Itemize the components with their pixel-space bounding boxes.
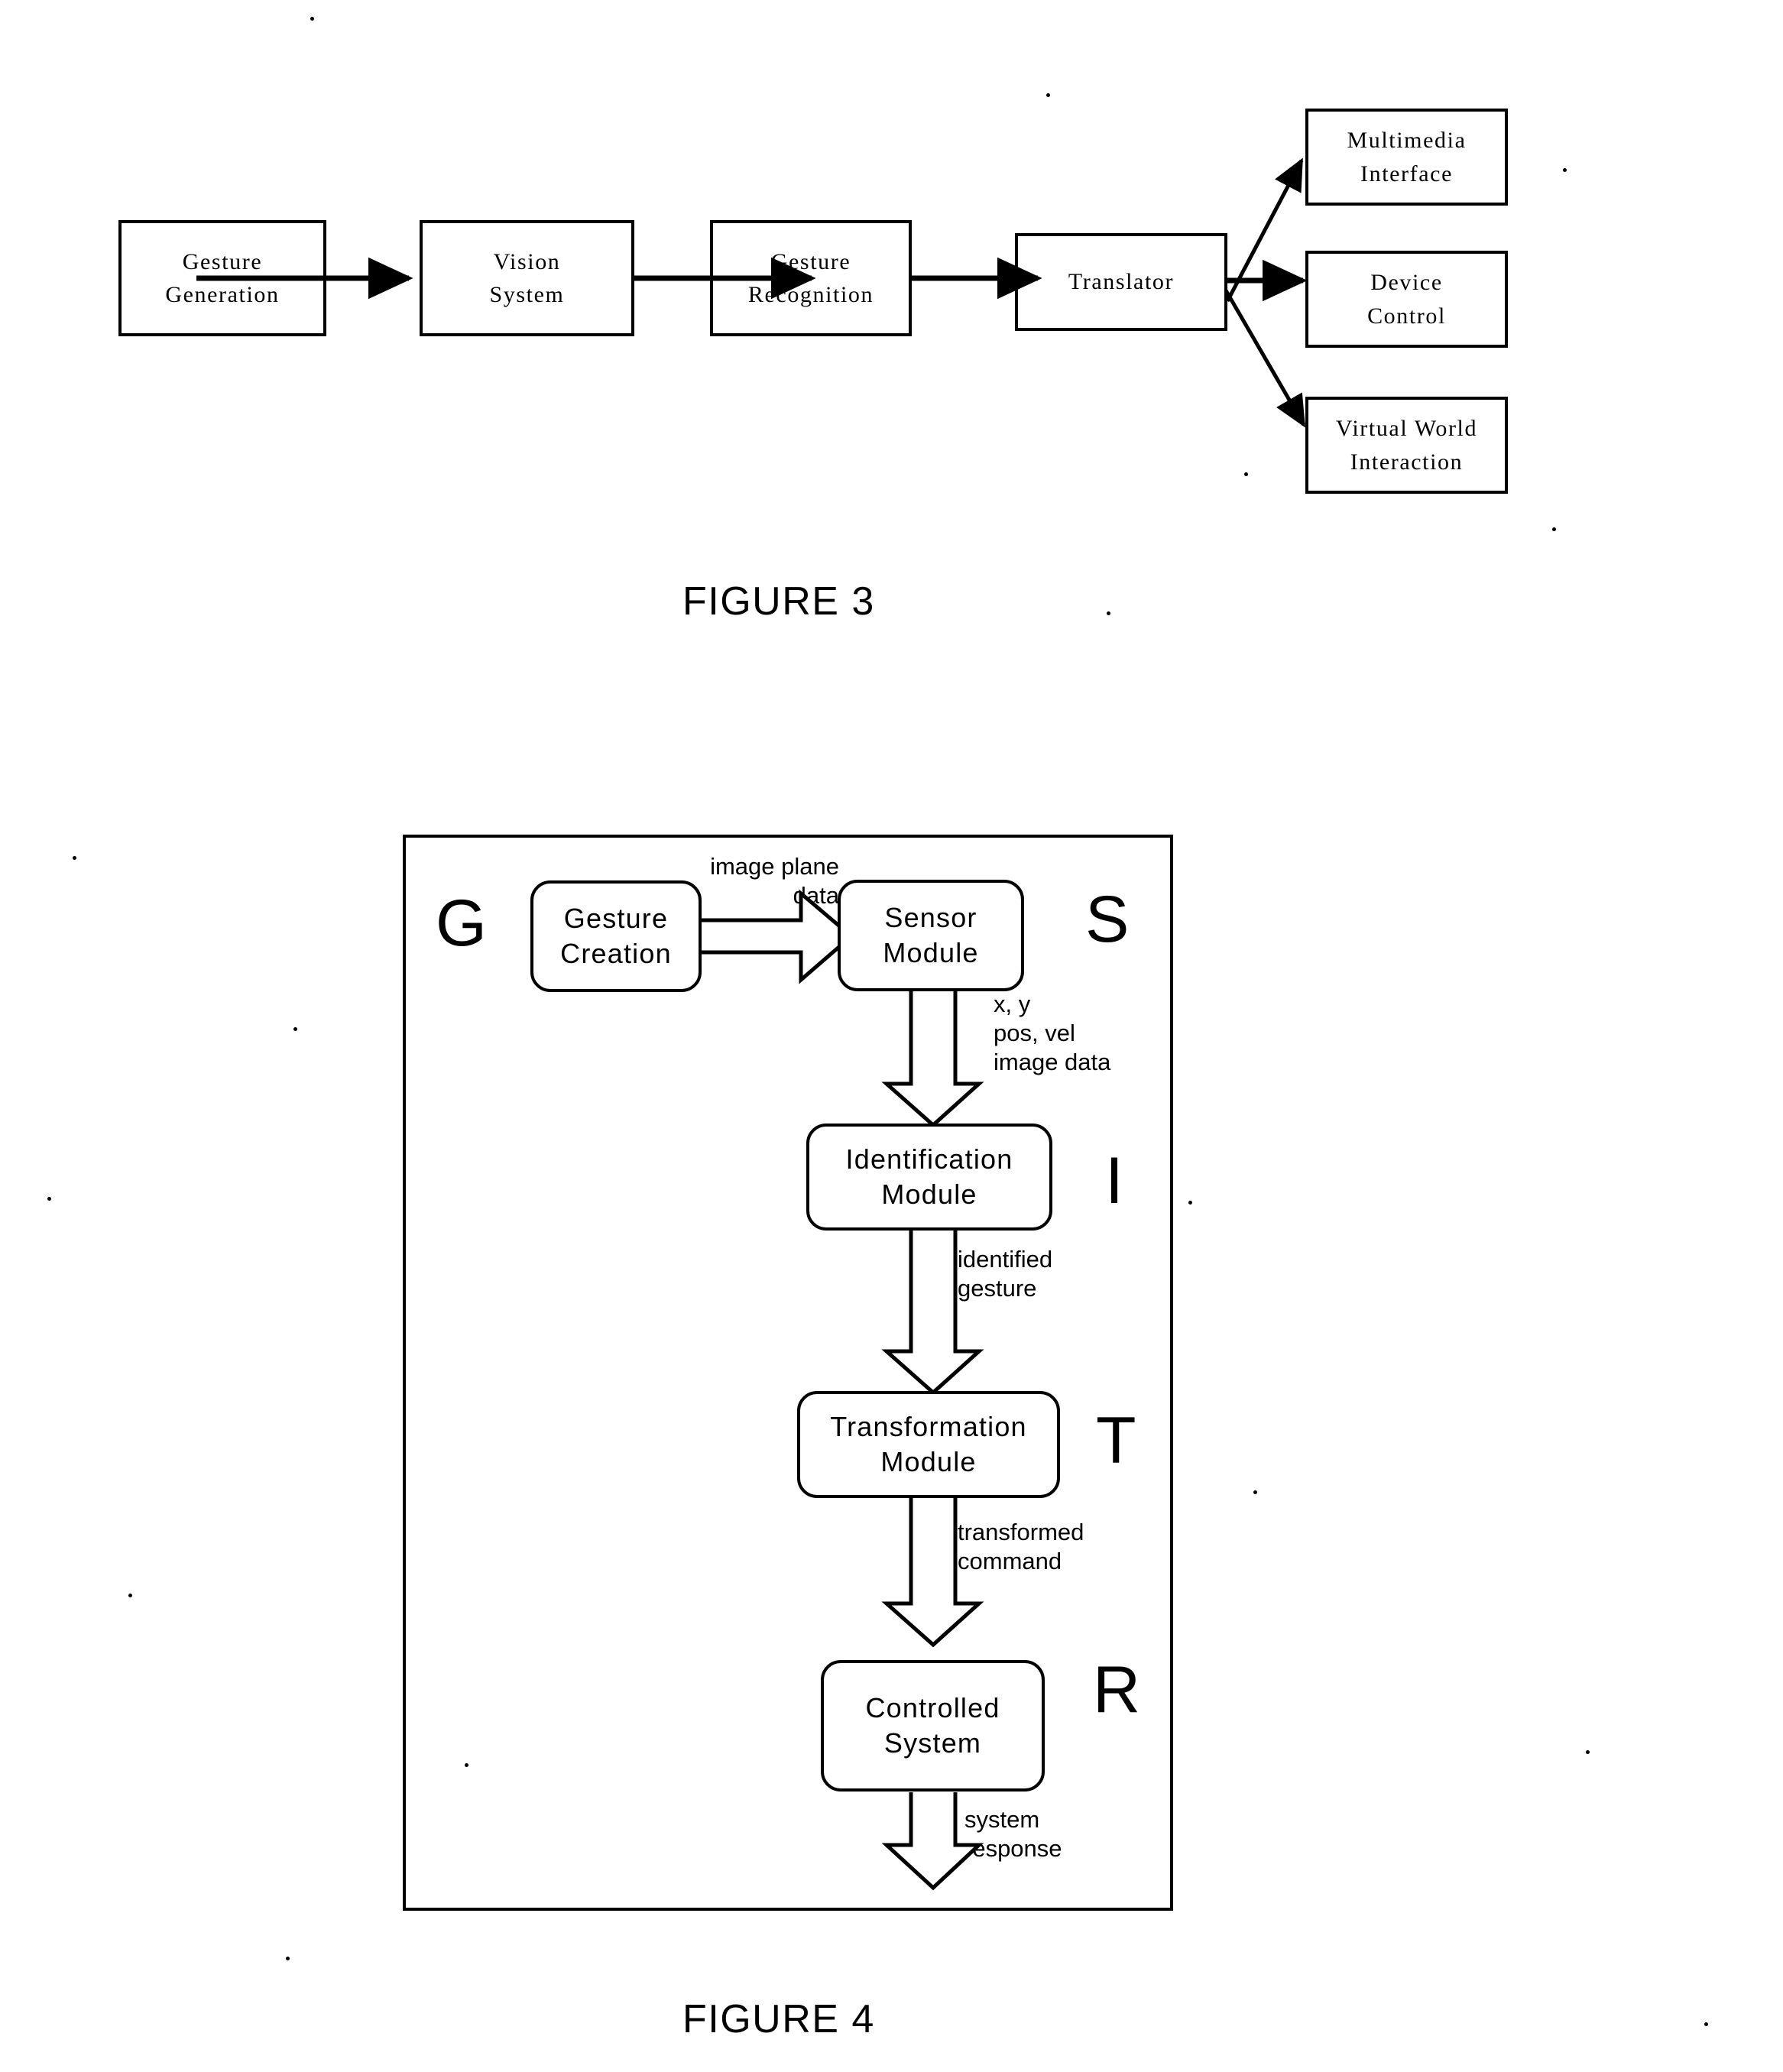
figure4-letter-s: S [1085,883,1130,956]
fig4-edge-label-identified-gesture-line-2: gesture [958,1274,1037,1302]
fig3-box-vision-system[interactable]: Vision System [420,220,634,336]
fig3-box-virtual-world-interaction[interactable]: Virtual World Interaction [1305,397,1508,494]
scan-speck [465,1763,468,1767]
scan-speck [310,17,314,21]
scan-speck [1704,2022,1708,2026]
fig3-connector-translator-to-multimedia [1225,157,1304,303]
fig4-edge-label-transformed-command-line-1: transformed [958,1519,1084,1545]
scan-speck [1552,527,1556,531]
scan-speck [1046,93,1050,97]
scan-speck [128,1594,132,1597]
fig4-edge-label-system-response: system response [964,1805,1062,1863]
fig3-box-device-control[interactable]: Device Control [1305,251,1508,348]
fig3-connector-translator-to-virtual-world [1224,289,1306,428]
fig4-node-sensor-module[interactable]: Sensor Module [838,880,1024,991]
fig4-node-identification-module[interactable]: Identification Module [806,1124,1052,1231]
fig4-node-transformation-module-line-2: Module [880,1446,977,1477]
fig3-box-virtual-world-interaction-line-1: Virtual World [1335,416,1478,441]
fig3-box-vision-system-line-2: System [489,282,565,307]
figure3-caption: FIGURE 3 [682,579,875,624]
fig3-box-translator-line-1: Translator [1068,269,1175,295]
scan-speck [1244,472,1248,476]
fig3-box-gesture-recognition-line-1: Gesture [770,248,851,274]
fig3-box-translator[interactable]: Translator [1015,233,1227,331]
scan-speck [1188,1201,1192,1205]
scan-speck [286,1957,290,1960]
fig4-edge-label-system-response-line-2: response [964,1834,1062,1862]
fig3-box-gesture-generation[interactable]: Gesture Generation [118,220,326,336]
fig4-edge-label-identified-gesture-line-1: identified [958,1246,1053,1273]
scan-speck [1586,1750,1590,1754]
fig4-edge-label-xy-pos-vel-image-data-line-3: image data [994,1048,1111,1075]
fig4-edge-label-transformed-command-line-2: command [958,1547,1062,1574]
fig4-edge-label-xy-pos-vel-image-data: x, y pos, vel image data [994,990,1110,1076]
fig4-edge-label-transformed-command: transformed command [958,1518,1084,1576]
fig3-box-gesture-generation-line-2: Generation [165,282,280,307]
scan-speck [1253,1490,1257,1494]
fig4-edge-label-image-plane-data-line-1: image plane [710,853,839,880]
fig4-node-sensor-module-line-1: Sensor [884,901,977,933]
figure4-letter-t: T [1096,1404,1136,1477]
fig4-edge-label-system-response-line-1: system [964,1806,1040,1833]
scan-speck [1563,168,1567,172]
fig3-box-gesture-recognition-line-2: Recognition [747,282,874,307]
fig3-box-multimedia-interface-line-1: Multimedia [1347,128,1467,153]
fig3-box-gesture-generation-line-1: Gesture [182,248,263,274]
fig4-edge-label-xy-pos-vel-image-data-line-1: x, y [994,991,1031,1017]
fig3-box-device-control-line-2: Control [1367,303,1446,329]
scan-speck [293,1027,297,1031]
fig4-node-sensor-module-line-2: Module [883,937,979,968]
figure4-letter-g: G [436,887,487,960]
fig4-node-gesture-creation-line-1: Gesture [563,902,669,934]
fig3-box-device-control-line-1: Device [1370,270,1443,295]
fig4-node-controlled-system[interactable]: Controlled System [821,1660,1045,1792]
scan-speck [1107,611,1110,615]
fig4-edge-label-identified-gesture: identified gesture [958,1245,1052,1303]
drawing-sheet: Gesture Generation Vision System Gesture… [0,0,1783,2072]
fig4-node-transformation-module-line-1: Transformation [830,1410,1027,1442]
fig4-node-identification-module-line-1: Identification [845,1143,1013,1175]
figure4-caption: FIGURE 4 [682,1997,875,2041]
figure4-letter-i: I [1105,1144,1123,1218]
fig3-box-multimedia-interface[interactable]: Multimedia Interface [1305,109,1508,206]
fig4-node-controlled-system-line-2: System [883,1727,982,1759]
fig4-node-identification-module-line-2: Module [881,1179,977,1210]
fig4-node-gesture-creation[interactable]: Gesture Creation [530,880,702,992]
fig4-node-gesture-creation-line-2: Creation [560,938,672,969]
fig3-box-virtual-world-interaction-line-2: Interaction [1350,449,1464,475]
fig3-box-gesture-recognition[interactable]: Gesture Recognition [710,220,912,336]
scan-speck [73,856,76,860]
fig4-node-transformation-module[interactable]: Transformation Module [797,1391,1060,1498]
fig3-box-multimedia-interface-line-2: Interface [1360,161,1453,186]
fig3-box-vision-system-line-1: Vision [493,248,561,274]
scan-speck [47,1197,51,1201]
fig4-node-controlled-system-line-1: Controlled [865,1691,1000,1723]
figure4-letter-r: R [1093,1653,1141,1727]
fig4-edge-label-xy-pos-vel-image-data-line-2: pos, vel [994,1019,1075,1046]
